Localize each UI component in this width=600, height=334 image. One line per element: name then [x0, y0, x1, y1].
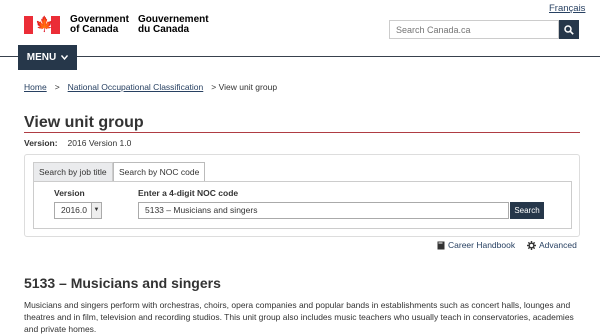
version-select[interactable]: 2016.0 ▼	[54, 202, 102, 219]
menu-band	[0, 44, 600, 70]
noc-field-label: Enter a 4-digit NOC code	[138, 188, 239, 198]
book-icon	[437, 241, 445, 249]
site-search-button[interactable]	[559, 20, 579, 39]
breadcrumb-home[interactable]: Home	[24, 82, 47, 92]
search-panel: Search by job title Search by NOC code V…	[24, 154, 580, 237]
version-label: Version:	[24, 138, 58, 148]
site-search	[389, 20, 579, 39]
menu-label: MENU	[26, 52, 57, 63]
career-handbook-link[interactable]: Career Handbook	[437, 240, 515, 250]
site-header: 🍁 Government of Canada Gouvernement du C…	[0, 0, 600, 44]
breadcrumb-separator: >	[54, 82, 60, 92]
menu-button[interactable]: MENU	[18, 45, 77, 70]
noc-search-button[interactable]: Search	[510, 202, 544, 219]
title-divider	[24, 132, 580, 133]
tab-search-by-noc-code[interactable]: Search by NOC code	[113, 162, 206, 181]
search-icon	[564, 24, 574, 35]
version-info: Version: 2016 Version 1.0	[24, 138, 131, 148]
version-select-value: 2016.0	[61, 205, 87, 215]
dropdown-arrow-icon: ▼	[91, 203, 101, 218]
tab-search-by-job-title[interactable]: Search by job title	[33, 162, 113, 181]
unit-group-description: Musicians and singers perform with orche…	[24, 300, 574, 334]
advanced-label: Advanced	[539, 240, 577, 250]
government-name-en: Government of Canada	[70, 14, 129, 35]
site-search-input[interactable]	[389, 20, 559, 39]
government-name-fr: Gouvernement du Canada	[138, 14, 209, 35]
chevron-down-icon	[61, 55, 69, 60]
gear-icon	[527, 240, 536, 250]
breadcrumb-noc[interactable]: National Occupational Classification	[68, 82, 204, 92]
canada-flag-icon: 🍁	[24, 16, 60, 34]
unit-group-title: 5133 – Musicians and singers	[24, 275, 221, 291]
tab-panel-noc: Version Enter a 4-digit NOC code 2016.0 …	[33, 181, 572, 229]
version-value: 2016 Version 1.0	[67, 138, 132, 148]
page-title: View unit group	[24, 114, 144, 131]
breadcrumb-current: > View unit group	[211, 82, 278, 92]
advanced-search-link[interactable]: Advanced	[527, 240, 577, 250]
government-signature[interactable]: 🍁 Government of Canada Gouvernement du C…	[24, 15, 218, 35]
version-field-label: Version	[54, 188, 85, 198]
noc-code-input[interactable]: 5133 – Musicians and singers	[138, 202, 509, 219]
breadcrumb: Home > National Occupational Classificat…	[24, 82, 277, 92]
career-handbook-label: Career Handbook	[448, 240, 516, 250]
